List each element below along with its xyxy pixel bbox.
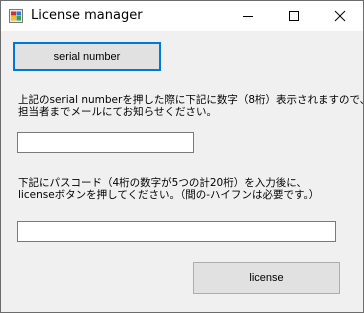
serial-number-button[interactable]: serial number: [13, 42, 161, 71]
app-window-icon: [9, 8, 23, 23]
serial-instruction-text: 上記のserial numberを押した際に下記に数字（8桁）表示されますので、…: [18, 94, 364, 118]
passcode-field[interactable]: [17, 221, 336, 242]
serial-number-field[interactable]: [17, 132, 194, 153]
serial-instruction-line-1: 上記のserial numberを押した際に下記に数字（8桁）表示されますので、: [18, 94, 364, 106]
passcode-instruction-line-1: 下記にパスコード（4桁の数字が5つの計20桁）を入力後に、: [18, 177, 307, 189]
title-bar[interactable]: License manager: [1, 1, 363, 31]
close-icon: [334, 10, 346, 22]
minimize-icon: [243, 16, 253, 17]
serial-number-button-label: serial number: [53, 50, 121, 63]
maximize-icon: [289, 11, 299, 21]
minimize-button[interactable]: [225, 1, 271, 31]
license-button[interactable]: license: [193, 262, 340, 294]
window-title: License manager: [31, 8, 143, 23]
serial-instruction-line-2: 担当者までメールにてお知らせください。: [18, 106, 217, 118]
license-manager-window: License manager serial number 上記のserial …: [0, 0, 364, 313]
passcode-instruction-text: 下記にパスコード（4桁の数字が5つの計20桁）を入力後に、 licenseボタン…: [18, 177, 319, 201]
license-button-label: license: [249, 272, 284, 284]
close-button[interactable]: [317, 1, 363, 31]
maximize-button[interactable]: [271, 1, 317, 31]
client-area: serial number 上記のserial numberを押した際に下記に数…: [1, 31, 363, 312]
passcode-instruction-line-2: licenseボタンを押してください。（間の-ハイフンは必要です。）: [18, 189, 320, 201]
